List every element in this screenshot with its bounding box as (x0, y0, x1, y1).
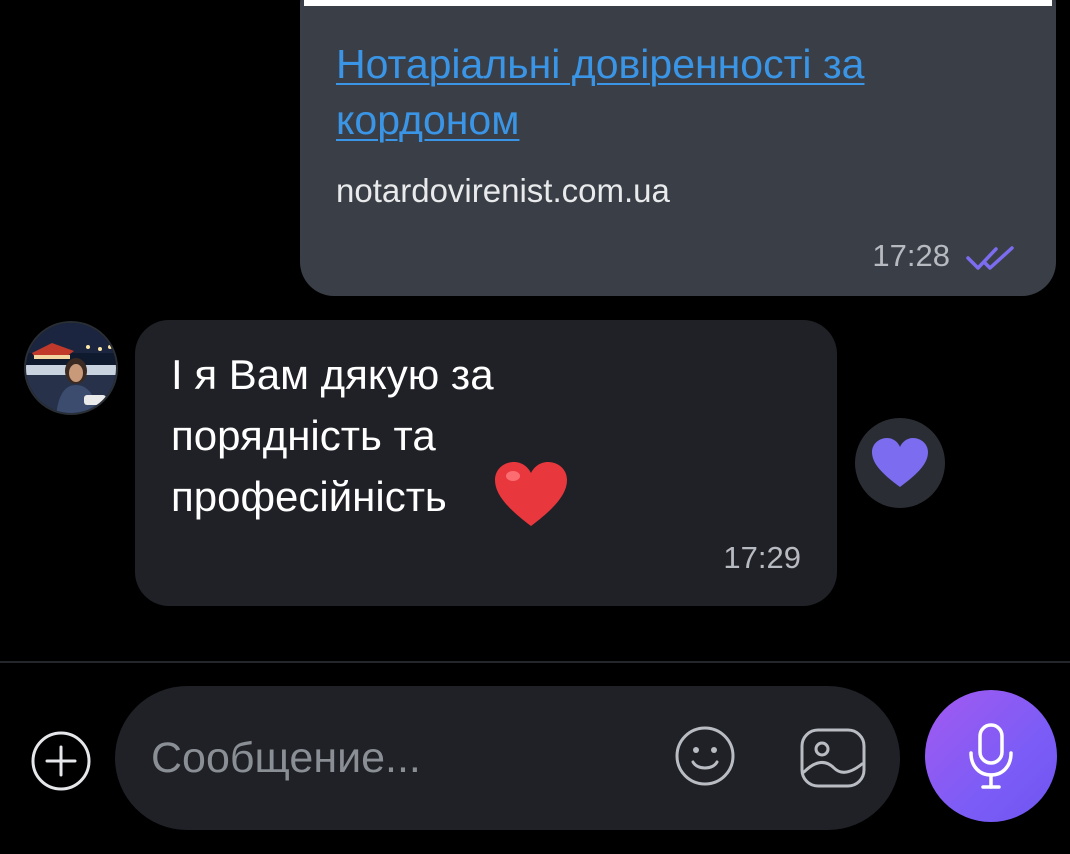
message-text: І я Вам дякую за порядність та професійн… (171, 351, 494, 520)
message-timestamp: 17:29 (723, 540, 801, 575)
link-preview-domain: notardovirenist.com.ua (336, 172, 670, 209)
link-preview-title[interactable]: Нотаріальні довіренності за кордоном (336, 36, 1016, 148)
incoming-message[interactable]: І я Вам дякую за порядність та професійн… (135, 320, 837, 606)
purple-heart-icon (872, 438, 928, 487)
double-check-read-icon (966, 246, 1014, 270)
avatar-photo (26, 323, 116, 413)
link-preview-image[interactable] (304, 0, 1052, 6)
sender-avatar[interactable] (24, 321, 118, 415)
reaction-button[interactable] (855, 418, 945, 508)
message-input[interactable] (151, 726, 651, 790)
plus-circle-icon[interactable] (30, 730, 92, 792)
outgoing-link-message[interactable]: Нотаріальні довіренності за кордоном not… (300, 0, 1056, 296)
smile-icon[interactable] (673, 724, 737, 788)
image-icon[interactable] (798, 726, 868, 790)
message-timestamp: 17:28 (872, 238, 950, 273)
microphone-icon (969, 723, 1013, 789)
voice-message-button[interactable] (925, 690, 1057, 822)
composer-divider (0, 661, 1070, 663)
red-heart-emoji (495, 462, 567, 526)
message-composer (115, 686, 900, 830)
